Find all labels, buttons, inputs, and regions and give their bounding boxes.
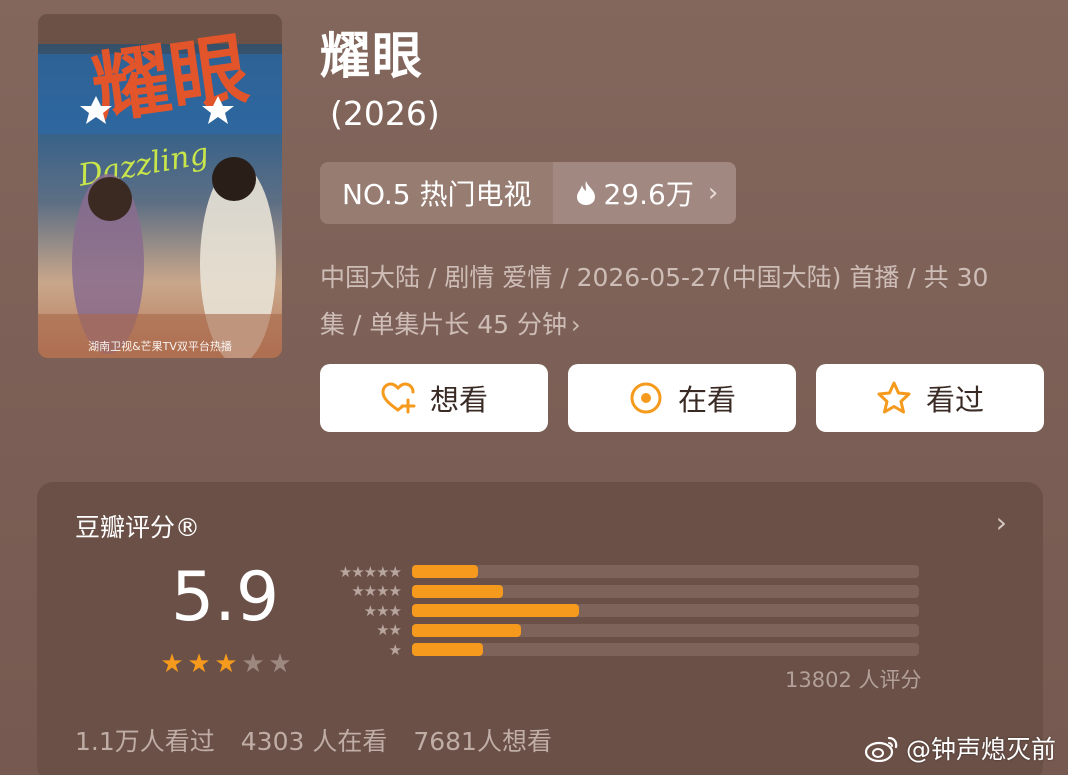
distribution-track xyxy=(412,604,919,618)
watched-button[interactable]: 看过 xyxy=(816,364,1044,432)
distribution-bar xyxy=(412,623,521,637)
chevron-right-icon: › xyxy=(707,178,719,208)
distribution-stars-label: ★ xyxy=(388,640,402,659)
rating-distribution: ★★★★★ ★★★★ ★★★ ★★ ★ xyxy=(315,562,919,660)
target-icon xyxy=(630,382,662,414)
heart-plus-icon xyxy=(381,382,416,414)
weibo-icon xyxy=(864,736,898,762)
distribution-row: ★★ xyxy=(315,621,919,641)
chevron-right-icon[interactable]: › xyxy=(996,506,1007,539)
distribution-track xyxy=(412,623,919,637)
star-filled-icon: ★ xyxy=(187,649,211,679)
distribution-row: ★★★ xyxy=(315,601,919,621)
action-buttons: 想看 在看 看过 xyxy=(320,364,1044,432)
page-title: 耀眼 xyxy=(320,27,424,85)
distribution-stars-label: ★★★ xyxy=(363,601,402,620)
release-year: (2026) xyxy=(330,94,440,133)
distribution-row: ★★★★★ xyxy=(315,562,919,582)
flame-icon xyxy=(577,181,596,205)
heat-indicator: 29.6万 › xyxy=(553,162,737,224)
star-outline-icon xyxy=(877,381,911,414)
vote-count: 13802 人评分 xyxy=(785,668,922,692)
want-count: 7681人想看 xyxy=(413,727,552,756)
distribution-bar xyxy=(412,584,504,598)
movie-detail-page: 耀眼 Dazzling 湖南卫视&芒果TV双平台热播 耀眼 (2026) NO.… xyxy=(0,0,1068,775)
watch-counts: 1.1万人看过 4303 人在看 7681人想看 xyxy=(75,722,552,758)
poster-image[interactable]: 耀眼 Dazzling 湖南卫视&芒果TV双平台热播 xyxy=(38,14,282,358)
ranking-badge[interactable]: NO.5 热门电视 29.6万 › xyxy=(320,162,737,224)
want-to-watch-button[interactable]: 想看 xyxy=(320,364,548,432)
star-filled-icon: ★ xyxy=(214,649,238,679)
star-empty-icon: ★ xyxy=(241,649,265,679)
distribution-track xyxy=(412,584,919,598)
watching-label: 在看 xyxy=(677,383,736,417)
want-to-watch-label: 想看 xyxy=(429,383,488,417)
distribution-stars-label: ★★★★ xyxy=(351,582,402,601)
movie-info-line-2: 集 / 单集片长 45 分钟 xyxy=(320,310,568,339)
movie-info-line-1: 中国大陆 / 剧情 爱情 / 2026-05-27(中国大陆) 首播 / 共 3… xyxy=(320,263,989,292)
poster-art: 耀眼 Dazzling xyxy=(38,14,282,358)
distribution-stars-label: ★★ xyxy=(376,621,402,640)
watermark: @钟声熄灭前 xyxy=(864,730,1056,766)
ranking-label: NO.5 热门电视 xyxy=(320,162,554,224)
distribution-track xyxy=(412,643,919,657)
watching-button[interactable]: 在看 xyxy=(568,364,796,432)
distribution-row: ★★★★ xyxy=(315,582,919,602)
distribution-track xyxy=(412,565,919,579)
rating-title: 豆瓣评分® xyxy=(75,513,201,542)
watched-count: 1.1万人看过 xyxy=(75,727,215,756)
distribution-row: ★ xyxy=(315,640,919,660)
movie-info[interactable]: 中国大陆 / 剧情 爱情 / 2026-05-27(中国大陆) 首播 / 共 3… xyxy=(320,254,1040,349)
poster-caption: 湖南卫视&芒果TV双平台热播 xyxy=(88,340,232,353)
watching-count: 4303 人在看 xyxy=(240,727,388,756)
heat-value: 29.6万 xyxy=(603,178,694,211)
chevron-right-icon: › xyxy=(571,311,581,339)
distribution-stars-label: ★★★★★ xyxy=(338,562,402,581)
distribution-bar xyxy=(412,565,478,579)
rating-stars: ★ ★ ★ ★ ★ xyxy=(159,649,293,679)
star-filled-icon: ★ xyxy=(160,649,184,679)
watermark-text: @钟声熄灭前 xyxy=(905,735,1056,764)
rating-score: 5.9 xyxy=(171,558,280,637)
distribution-bar xyxy=(412,643,483,657)
distribution-bar xyxy=(412,604,580,618)
watched-label: 看过 xyxy=(925,383,984,417)
star-empty-icon: ★ xyxy=(268,649,292,679)
